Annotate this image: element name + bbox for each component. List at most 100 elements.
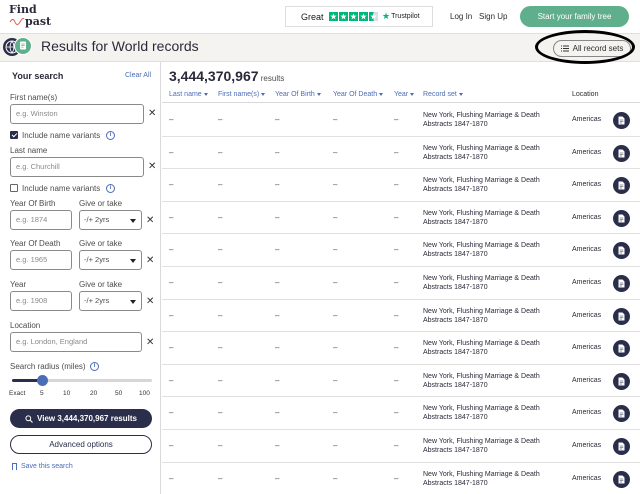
- view-transcript-document-icon[interactable]: [613, 470, 630, 488]
- last-name-input[interactable]: e.g. Churchill: [10, 157, 144, 177]
- year-of-death-input[interactable]: e.g. 1965: [10, 250, 72, 270]
- cell-record-set[interactable]: New York, Flushing Marriage & Death Abst…: [423, 307, 563, 325]
- close-icon[interactable]: ✕: [146, 255, 154, 266]
- view-transcript-document-icon[interactable]: [613, 437, 630, 455]
- column-header-year[interactable]: Year: [394, 91, 415, 98]
- table-row[interactable]: – – – – – New York, Flushing Marriage & Death…: [162, 104, 640, 137]
- chevron-down-icon: [130, 300, 136, 304]
- view-transcript-document-icon[interactable]: [613, 340, 630, 358]
- cell-location: Americas: [572, 246, 602, 254]
- radius-slider-track[interactable]: [12, 379, 152, 382]
- include-variants-checkbox-1[interactable]: [10, 131, 18, 139]
- all-record-sets-button[interactable]: All record sets: [553, 40, 631, 57]
- table-row[interactable]: – – – – – New York, Flushing Marriage & Death…: [162, 332, 640, 365]
- view-transcript-document-icon[interactable]: [613, 274, 630, 292]
- cell-location: Americas: [572, 409, 602, 417]
- login-link[interactable]: Log In: [450, 12, 472, 21]
- save-search-label: Save this search: [21, 463, 73, 470]
- cell-record-set[interactable]: New York, Flushing Marriage & Death Abst…: [423, 111, 563, 129]
- results-table-header: Last name First name(s) Year Of Birth Ye…: [162, 87, 640, 103]
- view-transcript-document-icon[interactable]: [613, 242, 630, 260]
- column-header-year-of-birth[interactable]: Year Of Birth: [275, 91, 321, 98]
- year-input[interactable]: e.g. 1908: [10, 291, 72, 311]
- cell-record-set[interactable]: New York, Flushing Marriage & Death Abst…: [423, 144, 563, 162]
- table-row[interactable]: – – – – – New York, Flushing Marriage & Death…: [162, 397, 640, 430]
- save-search-link[interactable]: Save this search: [12, 463, 73, 470]
- view-results-button[interactable]: View 3,444,370,967 results: [10, 409, 152, 428]
- view-transcript-document-icon[interactable]: [613, 405, 630, 423]
- info-icon[interactable]: i: [90, 362, 99, 371]
- column-header-year-of-death[interactable]: Year Of Death: [333, 91, 384, 98]
- radius-slider-handle[interactable]: [37, 375, 49, 386]
- cell-record-set[interactable]: New York, Flushing Marriage & Death Abst…: [423, 241, 563, 259]
- cell-yob: –: [275, 147, 280, 157]
- table-row[interactable]: – – – – – New York, Flushing Marriage & Death…: [162, 137, 640, 170]
- radius-tick: 5: [40, 390, 44, 397]
- cell-record-set[interactable]: New York, Flushing Marriage & Death Abst…: [423, 404, 563, 422]
- cell-yob: –: [275, 310, 280, 320]
- top-header: Find past Great ★ Trustpilot Log In Sign…: [0, 0, 640, 34]
- info-icon[interactable]: i: [106, 184, 115, 193]
- location-input[interactable]: e.g. London, England: [10, 332, 142, 352]
- cell-record-set[interactable]: New York, Flushing Marriage & Death Abst…: [423, 372, 563, 390]
- view-transcript-document-icon[interactable]: [613, 372, 630, 390]
- first-name-input[interactable]: e.g. Winston: [10, 104, 144, 124]
- column-header-record-set[interactable]: Record set: [423, 91, 463, 98]
- info-icon[interactable]: i: [106, 131, 115, 140]
- cell-record-set[interactable]: New York, Flushing Marriage & Death Abst…: [423, 437, 563, 455]
- include-variants-checkbox-2[interactable]: [10, 184, 18, 192]
- table-row[interactable]: – – – – – New York, Flushing Marriage & Death…: [162, 234, 640, 267]
- radius-tick: 50: [115, 390, 123, 397]
- cell-record-set[interactable]: New York, Flushing Marriage & Death Abst…: [423, 209, 563, 227]
- view-transcript-document-icon[interactable]: [613, 177, 630, 195]
- signup-link[interactable]: Sign Up: [479, 12, 507, 21]
- cell-record-set[interactable]: New York, Flushing Marriage & Death Abst…: [423, 339, 563, 357]
- view-transcript-document-icon[interactable]: [613, 307, 630, 325]
- yod-range-select[interactable]: -/+ 2yrs: [79, 250, 142, 270]
- trustpilot-brand: Trustpilot: [391, 13, 420, 20]
- findmypast-logo[interactable]: Find past: [9, 3, 55, 31]
- column-header-last-name[interactable]: Last name: [169, 91, 208, 98]
- year-of-birth-input[interactable]: e.g. 1874: [10, 210, 72, 230]
- table-row[interactable]: – – – – – New York, Flushing Marriage & Death…: [162, 365, 640, 398]
- table-row[interactable]: – – – – – New York, Flushing Marriage & Death…: [162, 300, 640, 333]
- year-label: Year: [10, 280, 27, 289]
- cell-first: –: [218, 277, 223, 287]
- start-family-tree-button[interactable]: Start your family tree: [520, 6, 629, 27]
- column-header-label: Last name: [169, 91, 202, 98]
- close-icon[interactable]: ✕: [148, 108, 156, 119]
- cell-last: –: [169, 440, 174, 450]
- cell-record-set[interactable]: New York, Flushing Marriage & Death Abst…: [423, 470, 563, 488]
- year-range-select[interactable]: -/+ 2yrs: [79, 291, 142, 311]
- table-row[interactable]: – – – – – New York, Flushing Marriage & Death…: [162, 463, 640, 494]
- column-header-label: Year Of Death: [333, 91, 378, 98]
- cell-yod: –: [333, 408, 338, 418]
- view-transcript-document-icon[interactable]: [613, 112, 630, 129]
- cell-last: –: [169, 408, 174, 418]
- table-row[interactable]: – – – – – New York, Flushing Marriage & Death…: [162, 430, 640, 463]
- column-header-label: Location: [572, 91, 599, 98]
- advanced-options-button[interactable]: Advanced options: [10, 435, 152, 454]
- chevron-down-icon: [316, 93, 321, 96]
- close-icon[interactable]: ✕: [146, 215, 154, 226]
- cell-yod: –: [333, 343, 338, 353]
- cell-last: –: [169, 245, 174, 255]
- cell-last: –: [169, 147, 174, 157]
- view-transcript-document-icon[interactable]: [613, 144, 630, 162]
- yob-range-select[interactable]: -/+ 2yrs: [79, 210, 142, 230]
- close-icon[interactable]: ✕: [146, 296, 154, 307]
- cell-record-set[interactable]: New York, Flushing Marriage & Death Abst…: [423, 176, 563, 194]
- yob-range-value: -/+ 2yrs: [84, 215, 110, 224]
- close-icon[interactable]: ✕: [148, 161, 156, 172]
- cell-record-set[interactable]: New York, Flushing Marriage & Death Abst…: [423, 274, 563, 292]
- table-row[interactable]: – – – – – New York, Flushing Marriage & Death…: [162, 202, 640, 235]
- close-icon[interactable]: ✕: [146, 337, 154, 348]
- view-transcript-document-icon[interactable]: [613, 209, 630, 227]
- logo-my-swirl-icon: [9, 17, 25, 25]
- clear-all-link[interactable]: Clear All: [125, 72, 151, 79]
- location-label: Location: [10, 321, 41, 330]
- column-header-first-name[interactable]: First name(s): [218, 91, 266, 98]
- trustpilot-widget[interactable]: Great ★ Trustpilot: [285, 6, 433, 27]
- table-row[interactable]: – – – – – New York, Flushing Marriage & Death…: [162, 169, 640, 202]
- table-row[interactable]: – – – – – New York, Flushing Marriage & Death…: [162, 267, 640, 300]
